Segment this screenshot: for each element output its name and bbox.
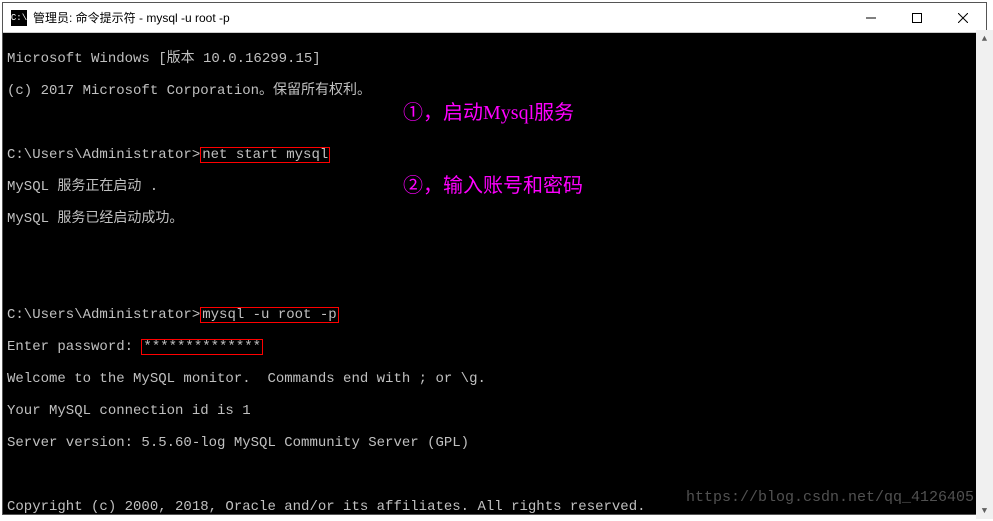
output-line: Microsoft Windows [版本 10.0.16299.15] <box>7 51 982 67</box>
cmd-window: C:\ 管理员: 命令提示符 - mysql -u root -p Micros… <box>2 2 987 515</box>
output-line: Welcome to the MySQL monitor. Commands e… <box>7 371 982 387</box>
highlighted-command: mysql -u root -p <box>200 307 338 323</box>
watermark: https://blog.csdn.net/qq_4126405 <box>686 490 974 506</box>
output-line <box>7 275 982 291</box>
prompt-path: C:\Users\Administrator> <box>7 307 200 323</box>
output-line: Your MySQL connection id is 1 <box>7 403 982 419</box>
scroll-down-icon[interactable]: ▼ <box>976 502 993 519</box>
prompt-line: C:\Users\Administrator>mysql -u root -p <box>7 307 982 323</box>
password-line: Enter password: ************** <box>7 339 982 355</box>
annotation-1: ①，启动Mysql服务 <box>403 105 574 121</box>
output-line: Server version: 5.5.60-log MySQL Communi… <box>7 435 982 451</box>
annotation-2: ②，输入账号和密码 <box>403 178 583 194</box>
minimize-button[interactable] <box>848 3 894 32</box>
scroll-up-icon[interactable]: ▲ <box>976 30 993 47</box>
terminal-area[interactable]: Microsoft Windows [版本 10.0.16299.15] (c)… <box>3 33 986 514</box>
output-line <box>7 243 982 259</box>
prompt-line: C:\Users\Administrator>net start mysql <box>7 147 982 163</box>
highlighted-command: net start mysql <box>200 147 330 163</box>
highlighted-password: ************** <box>141 339 263 355</box>
window-controls <box>848 3 986 32</box>
output-line: MySQL 服务已经启动成功。 <box>7 211 982 227</box>
output-line: (c) 2017 Microsoft Corporation。保留所有权利。 <box>7 83 982 99</box>
titlebar: C:\ 管理员: 命令提示符 - mysql -u root -p <box>3 3 986 33</box>
close-button[interactable] <box>940 3 986 32</box>
window-title: 管理员: 命令提示符 - mysql -u root -p <box>33 9 848 26</box>
prompt-path: C:\Users\Administrator> <box>7 147 200 163</box>
cmd-icon: C:\ <box>11 10 27 26</box>
password-label: Enter password: <box>7 339 141 355</box>
scrollbar[interactable]: ▲ ▼ <box>976 30 993 519</box>
output-line <box>7 467 982 483</box>
maximize-button[interactable] <box>894 3 940 32</box>
scroll-track[interactable] <box>976 47 993 502</box>
